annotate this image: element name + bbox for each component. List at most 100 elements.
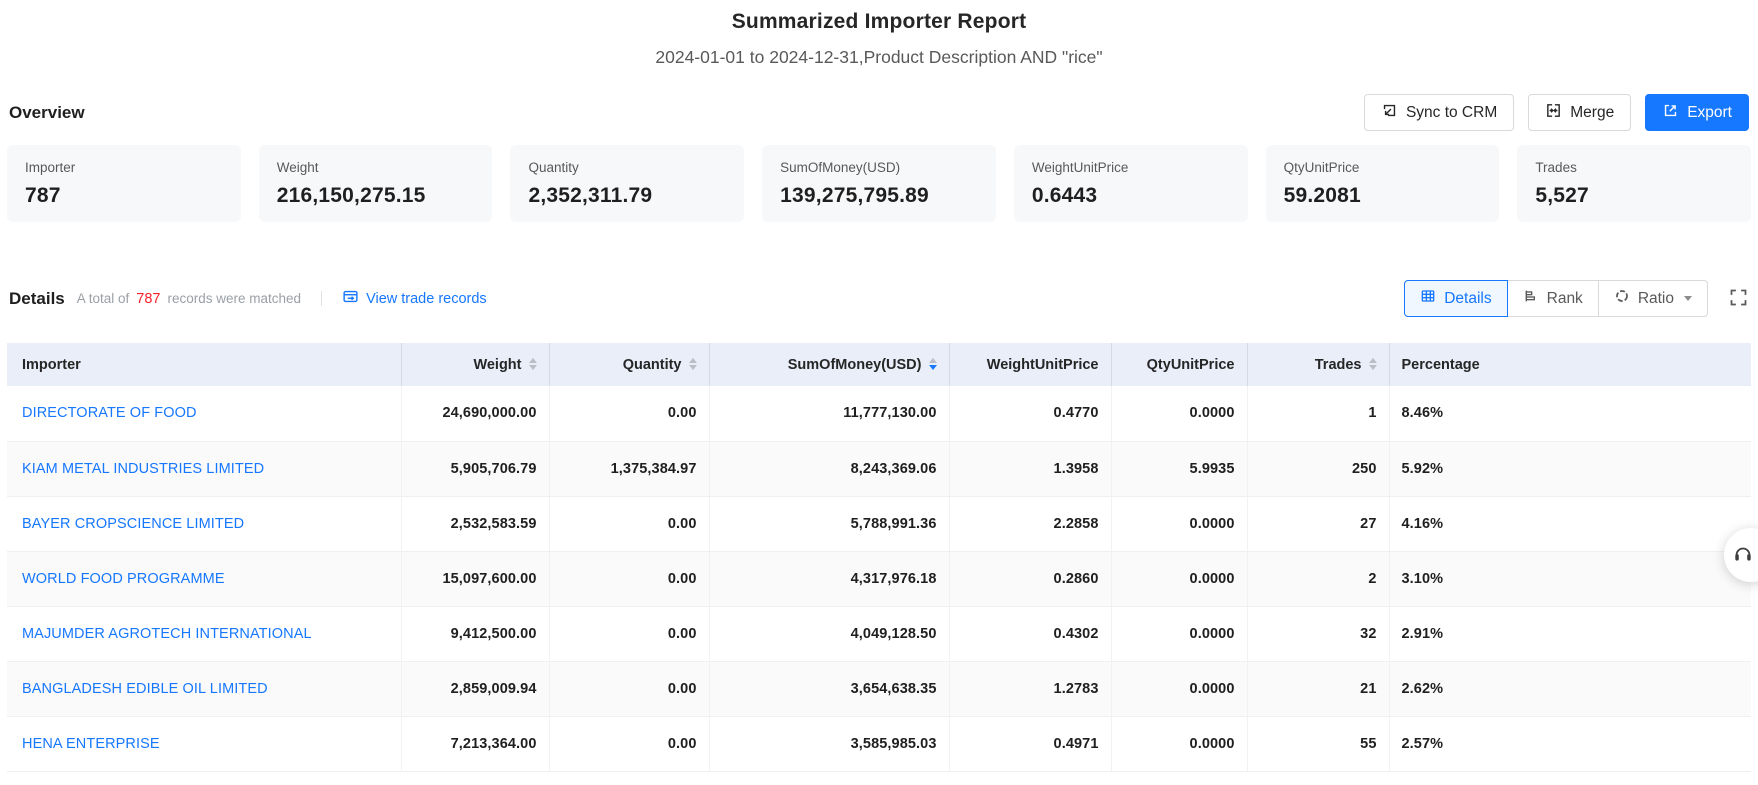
cell-qty_unit_price: 0.0000 [1111,551,1247,606]
cell-weight_unit_price: 1.2783 [949,661,1111,716]
cell-qty_unit_price: 5.9935 [1111,441,1247,496]
cell-importer: WORLD FOOD PROGRAMME [7,551,401,606]
cell-importer: HENA ENTERPRISE [7,716,401,771]
table-row: KIAM METAL INDUSTRIES LIMITED5,905,706.7… [7,441,1751,496]
fullscreen-icon [1728,287,1749,311]
importer-link[interactable]: MAJUMDER AGROTECH INTERNATIONAL [22,626,312,642]
stat-card-label: SumOfMoney(USD) [780,160,978,175]
column-header-importer: Importer [7,343,401,386]
records-matched-text: A total of 787 records were matched [77,291,301,307]
fullscreen-button[interactable] [1728,287,1749,311]
cell-sum_of_money_usd: 4,049,128.50 [709,606,949,661]
column-label: Importer [22,357,81,373]
cell-trades: 250 [1247,441,1389,496]
cell-percentage: 4.16% [1389,496,1751,551]
cell-sum_of_money_usd: 11,777,130.00 [709,386,949,441]
importer-link[interactable]: BAYER CROPSCIENCE LIMITED [22,516,244,532]
stat-card: Weight 216,150,275.15 [259,145,493,222]
table-header-row: Importer Weight Quantity SumOfMoney(USD) Wei… [7,343,1751,386]
cell-quantity: 0.00 [549,386,709,441]
table-grid-icon [1420,288,1436,309]
tab-rank[interactable]: Rank [1507,280,1599,317]
cell-quantity: 0.00 [549,606,709,661]
cell-qty_unit_price: 0.0000 [1111,386,1247,441]
cell-percentage: 8.46% [1389,386,1751,441]
column-label: Weight [473,357,521,373]
stat-card: WeightUnitPrice 0.6443 [1014,145,1248,222]
ratio-ring-icon [1614,288,1630,309]
table-row: WORLD FOOD PROGRAMME15,097,600.000.004,3… [7,551,1751,606]
export-icon [1662,102,1679,124]
cell-sum_of_money_usd: 8,243,369.06 [709,441,949,496]
view-mode-switch: Details Rank Ratio [1404,280,1708,317]
column-header-weight[interactable]: Weight [401,343,549,386]
column-header-trades[interactable]: Trades [1247,343,1389,386]
caret-down-icon [1684,296,1692,301]
export-button[interactable]: Export [1645,94,1749,131]
stat-card-label: Trades [1535,160,1733,175]
cell-trades: 2 [1247,551,1389,606]
cell-weight_unit_price: 1.3958 [949,441,1111,496]
cell-trades: 21 [1247,661,1389,716]
stat-card-value: 139,275,795.89 [780,184,978,208]
column-label: WeightUnitPrice [987,357,1099,373]
importer-link[interactable]: KIAM METAL INDUSTRIES LIMITED [22,461,264,477]
column-header-quantity[interactable]: Quantity [549,343,709,386]
headset-icon [1732,543,1758,568]
importer-link[interactable]: WORLD FOOD PROGRAMME [22,571,225,587]
stat-card: QtyUnitPrice 59.2081 [1266,145,1500,222]
stat-card-value: 2,352,311.79 [528,184,726,208]
tab-details-label: Details [1444,290,1491,308]
export-label: Export [1687,104,1732,122]
stat-card-value: 787 [25,184,223,208]
table-row: BANGLADESH EDIBLE OIL LIMITED2,859,009.9… [7,661,1751,716]
cell-weight_unit_price: 0.2860 [949,551,1111,606]
tab-details[interactable]: Details [1404,280,1507,317]
cell-importer: MAJUMDER AGROTECH INTERNATIONAL [7,606,401,661]
cell-quantity: 0.00 [549,661,709,716]
rank-bars-icon [1523,288,1539,309]
cell-quantity: 1,375,384.97 [549,441,709,496]
importer-link[interactable]: HENA ENTERPRISE [22,736,160,752]
importer-link[interactable]: BANGLADESH EDIBLE OIL LIMITED [22,681,268,697]
importer-table: Importer Weight Quantity SumOfMoney(USD) Wei… [7,343,1751,772]
sync-to-crm-button[interactable]: Sync to CRM [1364,94,1514,131]
sync-icon [1381,102,1398,124]
stat-card-label: QtyUnitPrice [1284,160,1482,175]
trade-records-icon [342,288,359,309]
cell-quantity: 0.00 [549,551,709,606]
cell-importer: KIAM METAL INDUSTRIES LIMITED [7,441,401,496]
cell-trades: 1 [1247,386,1389,441]
cell-sum_of_money_usd: 3,654,638.35 [709,661,949,716]
cell-quantity: 0.00 [549,716,709,771]
sort-icon [689,358,697,370]
stat-card: SumOfMoney(USD) 139,275,795.89 [762,145,996,222]
cell-weight_unit_price: 0.4302 [949,606,1111,661]
cell-sum_of_money_usd: 5,788,991.36 [709,496,949,551]
view-trade-records-link[interactable]: View trade records [342,288,487,309]
column-header-percentage: Percentage [1389,343,1751,386]
tab-ratio[interactable]: Ratio [1598,280,1708,317]
merge-cells-icon [1545,102,1562,124]
table-row: MAJUMDER AGROTECH INTERNATIONAL 9,412,500… [7,606,1751,661]
column-label: Quantity [623,357,682,373]
merge-button[interactable]: Merge [1528,94,1631,131]
table-row: BAYER CROPSCIENCE LIMITED2,532,583.590.0… [7,496,1751,551]
column-header-sum_of_money_usd[interactable]: SumOfMoney(USD) [709,343,949,386]
cell-weight: 2,532,583.59 [401,496,549,551]
stat-card-label: WeightUnitPrice [1032,160,1230,175]
stat-card-label: Importer [25,160,223,175]
overview-actions: Sync to CRM Merge Export [1364,94,1749,131]
cell-weight: 9,412,500.00 [401,606,549,661]
sort-icon [929,358,937,370]
overview-heading: Overview [9,103,85,123]
cell-weight: 24,690,000.00 [401,386,549,441]
report-page: Summarized Importer Report 2024-01-01 to… [0,0,1758,772]
stat-card-value: 0.6443 [1032,184,1230,208]
column-label: Trades [1315,357,1362,373]
importer-link[interactable]: DIRECTORATE OF FOOD [22,405,197,421]
table-body: DIRECTORATE OF FOOD24,690,000.000.0011,7… [7,386,1751,771]
column-label: QtyUnitPrice [1147,357,1235,373]
cell-importer: BAYER CROPSCIENCE LIMITED [7,496,401,551]
cell-percentage: 3.10% [1389,551,1751,606]
